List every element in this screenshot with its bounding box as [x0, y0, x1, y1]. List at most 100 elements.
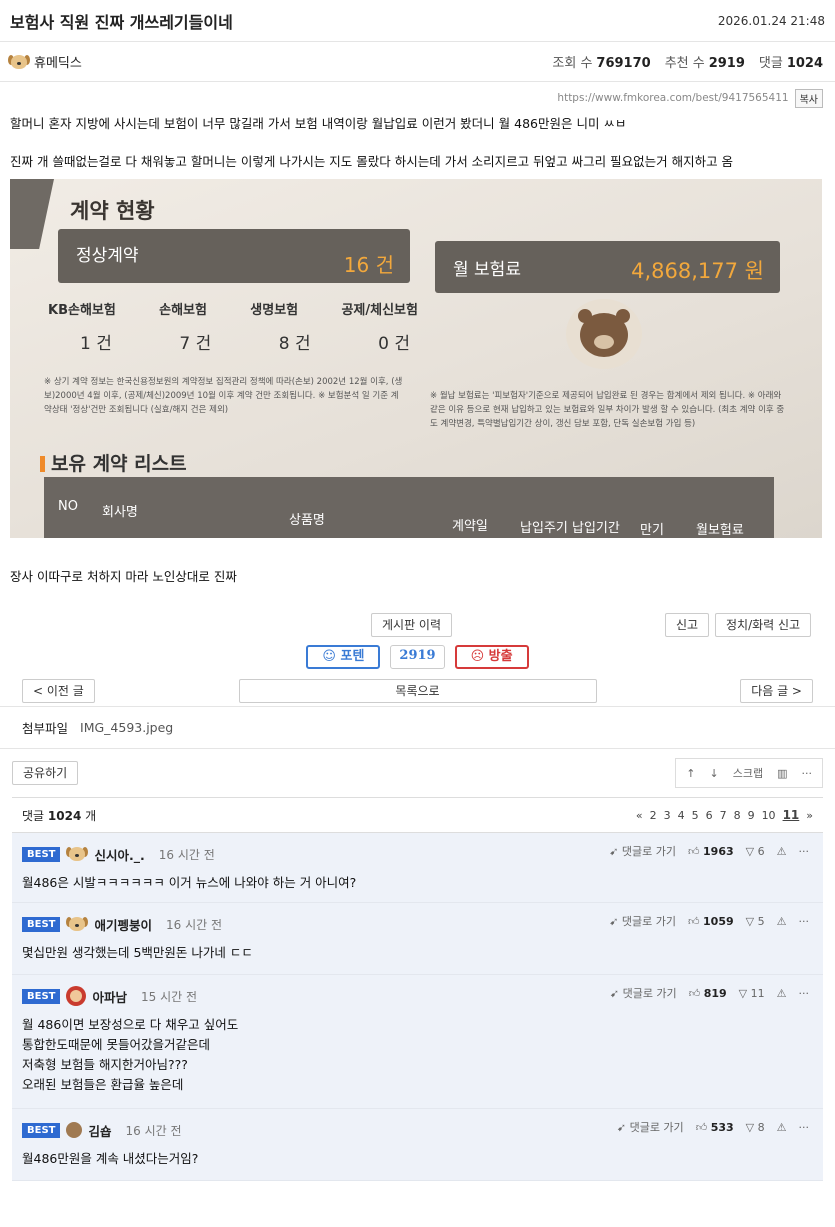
photo-table-header: NO 회사명 상품명 계약일 납입주기 납입기간 만기 월보험료: [44, 477, 774, 538]
author[interactable]: 휴메딕스: [8, 52, 82, 71]
report-icon[interactable]: ⚠: [777, 915, 787, 928]
report-icon[interactable]: ⚠: [777, 845, 787, 858]
post-title-bar: 보험사 직원 진짜 개쓰레기들이네 2026.01.24 21:48: [0, 0, 835, 42]
post-paragraph-2: 진짜 개 쓸때없는걸로 다 채워놓고 할머니는 이렇게 나가시는 지도 몰랐다 …: [10, 154, 734, 169]
vote-row: ☺ 포텐 2919 ☹ 방출: [0, 645, 835, 669]
comment-item: BEST 김숍 16 시간 전 ➹ 댓글로 가기 👍︎ 533 ▽ 8 ⚠ ··…: [12, 1109, 823, 1181]
post-title: 보험사 직원 진짜 개쓰레기들이네: [10, 12, 233, 32]
table-header-cell: 납입기간: [572, 521, 620, 536]
comment-tools: ↑ ↓ 스크랩 ▥ ···: [675, 758, 823, 788]
photo-note-right: ※ 월납 보험료는 '피보험자'기준으로 제공되어 납입완료 된 경우는 합계에…: [430, 391, 785, 429]
goto-comment-link[interactable]: ➹ 댓글로 가기: [609, 843, 676, 859]
current-page[interactable]: 11: [783, 808, 800, 822]
post-url[interactable]: https://www.fmkorea.com/best/9417565411: [557, 92, 788, 104]
photo-list-heading: 보유 계약 리스트: [40, 449, 187, 476]
share-row: 공유하기 ↑ ↓ 스크랩 ▥ ···: [0, 749, 835, 797]
report-icon[interactable]: ⚠: [777, 987, 787, 1000]
dislike-button[interactable]: ▽ 8: [746, 1121, 765, 1134]
attachment-file-link[interactable]: IMG_4593.jpeg: [80, 720, 173, 735]
normal-contract-box: 정상계약 16 건: [58, 229, 410, 283]
table-header-cell: 만기: [640, 523, 664, 538]
report-political-button[interactable]: 정치/화력 신고: [715, 613, 812, 637]
goto-comment-link[interactable]: ➹ 댓글로 가기: [617, 1119, 684, 1135]
category-count: 0 건: [378, 334, 410, 354]
more-icon[interactable]: ···: [799, 987, 810, 1000]
comment-count: 댓글 1024 개: [22, 808, 97, 823]
post-photo[interactable]: 계약 현황 정상계약 16 건 월 보험료 4,868,177 원 KB손해보험…: [10, 179, 822, 538]
stats-icon[interactable]: ▥: [777, 767, 787, 780]
comment-author[interactable]: 아파남: [92, 987, 127, 1006]
category-label: 생명보험: [250, 303, 299, 318]
dog-avatar-icon: [8, 53, 30, 71]
like-button[interactable]: 👍︎ 1059: [688, 915, 734, 928]
page-link[interactable]: 4: [678, 809, 685, 822]
page-link[interactable]: 3: [664, 809, 671, 822]
dislike-button[interactable]: ▽ 6: [746, 845, 765, 858]
board-history-button[interactable]: 게시판 이력: [371, 613, 453, 637]
goto-comment-link[interactable]: ➹ 댓글로 가기: [610, 985, 677, 1001]
page-next-link[interactable]: »: [806, 809, 813, 822]
comment-text: 월486은 시발ㅋㅋㅋㅋㅋㅋ 이거 뉴스에 나와야 하는 거 아니여?: [22, 875, 357, 890]
comment-actions: ➹ 댓글로 가기 👍︎ 533 ▽ 8 ⚠ ···: [617, 1119, 809, 1135]
scrap-button[interactable]: 스크랩: [733, 765, 763, 781]
comment-text: 월 486이면 보장성으로 다 채우고 싶어도 통합한도때문에 못들어갔을거같은…: [22, 1017, 239, 1092]
scroll-up-icon[interactable]: ↑: [686, 767, 695, 780]
more-icon[interactable]: ···: [799, 845, 810, 858]
page-link[interactable]: 5: [692, 809, 699, 822]
recommend-stat: 추천 수 2919: [664, 56, 745, 71]
dislike-button[interactable]: ▽ 11: [739, 987, 765, 1000]
comment-text: 월486만원을 계속 내셨다는거임?: [22, 1151, 199, 1166]
page-first-link[interactable]: «: [636, 809, 643, 822]
copy-url-button[interactable]: 복사: [794, 88, 823, 108]
report-icon[interactable]: ⚠: [777, 1121, 787, 1134]
page-link[interactable]: 9: [748, 809, 755, 822]
goto-comment-link[interactable]: ➹ 댓글로 가기: [609, 913, 676, 929]
page-link[interactable]: 2: [650, 809, 657, 822]
comment-item: BEST 애기펭붕이 16 시간 전 ➹ 댓글로 가기 👍︎ 1059 ▽ 5 …: [12, 903, 823, 975]
post-date: 2026.01.24 21:48: [717, 13, 825, 28]
share-button[interactable]: 공유하기: [12, 761, 79, 785]
page-link[interactable]: 10: [762, 809, 776, 822]
smile-icon: ☺: [322, 649, 341, 664]
list-button[interactable]: 목록으로: [238, 678, 597, 703]
page-link[interactable]: 7: [720, 809, 727, 822]
page-link[interactable]: 8: [734, 809, 741, 822]
category-count: 1 건: [80, 334, 112, 354]
comment-pager: « 2 3 4 5 6 7 8 9 10 11 »: [636, 808, 813, 822]
comment-time: 16 시간 전: [125, 1123, 182, 1138]
comment-header: 댓글 1024 개 « 2 3 4 5 6 7 8 9 10 11 »: [12, 797, 823, 833]
normal-contract-label: 정상계약: [76, 246, 139, 266]
prev-post-button[interactable]: < 이전 글: [22, 678, 95, 703]
comment-author[interactable]: 신시아._.: [94, 845, 144, 864]
comment-author[interactable]: 김숍: [88, 1121, 111, 1140]
photo-tab-decoration: [10, 179, 54, 249]
avatar-icon: [66, 986, 87, 1006]
post-nav-row: < 이전 글 목록으로 다음 글 >: [0, 675, 835, 707]
vote-down-button[interactable]: ☹ 방출: [454, 645, 529, 669]
dislike-button[interactable]: ▽ 5: [746, 915, 765, 928]
author-name[interactable]: 휴메딕스: [34, 52, 82, 71]
comment-author[interactable]: 애기펭붕이: [94, 915, 152, 934]
page-link[interactable]: 6: [706, 809, 713, 822]
like-button[interactable]: 👍︎ 819: [689, 987, 727, 1000]
post-caption: 장사 이따구로 처하지 마라 노인상대로 진짜: [10, 569, 237, 584]
scroll-down-icon[interactable]: ↓: [710, 767, 719, 780]
more-icon[interactable]: ···: [802, 767, 813, 780]
comment-text: 몇십만원 생각했는데 5백만원돈 나가네 ㄷㄷ: [22, 945, 253, 960]
vote-up-button[interactable]: ☺ 포텐: [306, 645, 381, 669]
like-button[interactable]: 👍︎ 533: [696, 1121, 734, 1134]
like-button[interactable]: 👍︎ 1963: [688, 845, 734, 858]
comment-actions: ➹ 댓글로 가기 👍︎ 1963 ▽ 6 ⚠ ···: [609, 843, 809, 859]
category-count: 7 건: [179, 334, 212, 354]
more-icon[interactable]: ···: [799, 1121, 810, 1134]
category-label: 공제/체신보험: [341, 303, 418, 318]
post-stats: 조회 수 769170 추천 수 2919 댓글 1024: [552, 52, 823, 71]
table-header-cell: 상품명: [289, 513, 325, 528]
vote-count: 2919: [390, 645, 445, 669]
comment-item: BEST 신시아._. 16 시간 전 ➹ 댓글로 가기 👍︎ 1963 ▽ 6…: [12, 833, 823, 903]
insurance-counts: 1 건 7 건 8 건 0 건: [80, 329, 410, 354]
next-post-button[interactable]: 다음 글 >: [740, 678, 813, 703]
report-button[interactable]: 신고: [665, 613, 710, 637]
more-icon[interactable]: ···: [799, 915, 810, 928]
comment-actions: ➹ 댓글로 가기 👍︎ 819 ▽ 11 ⚠ ···: [610, 985, 809, 1001]
